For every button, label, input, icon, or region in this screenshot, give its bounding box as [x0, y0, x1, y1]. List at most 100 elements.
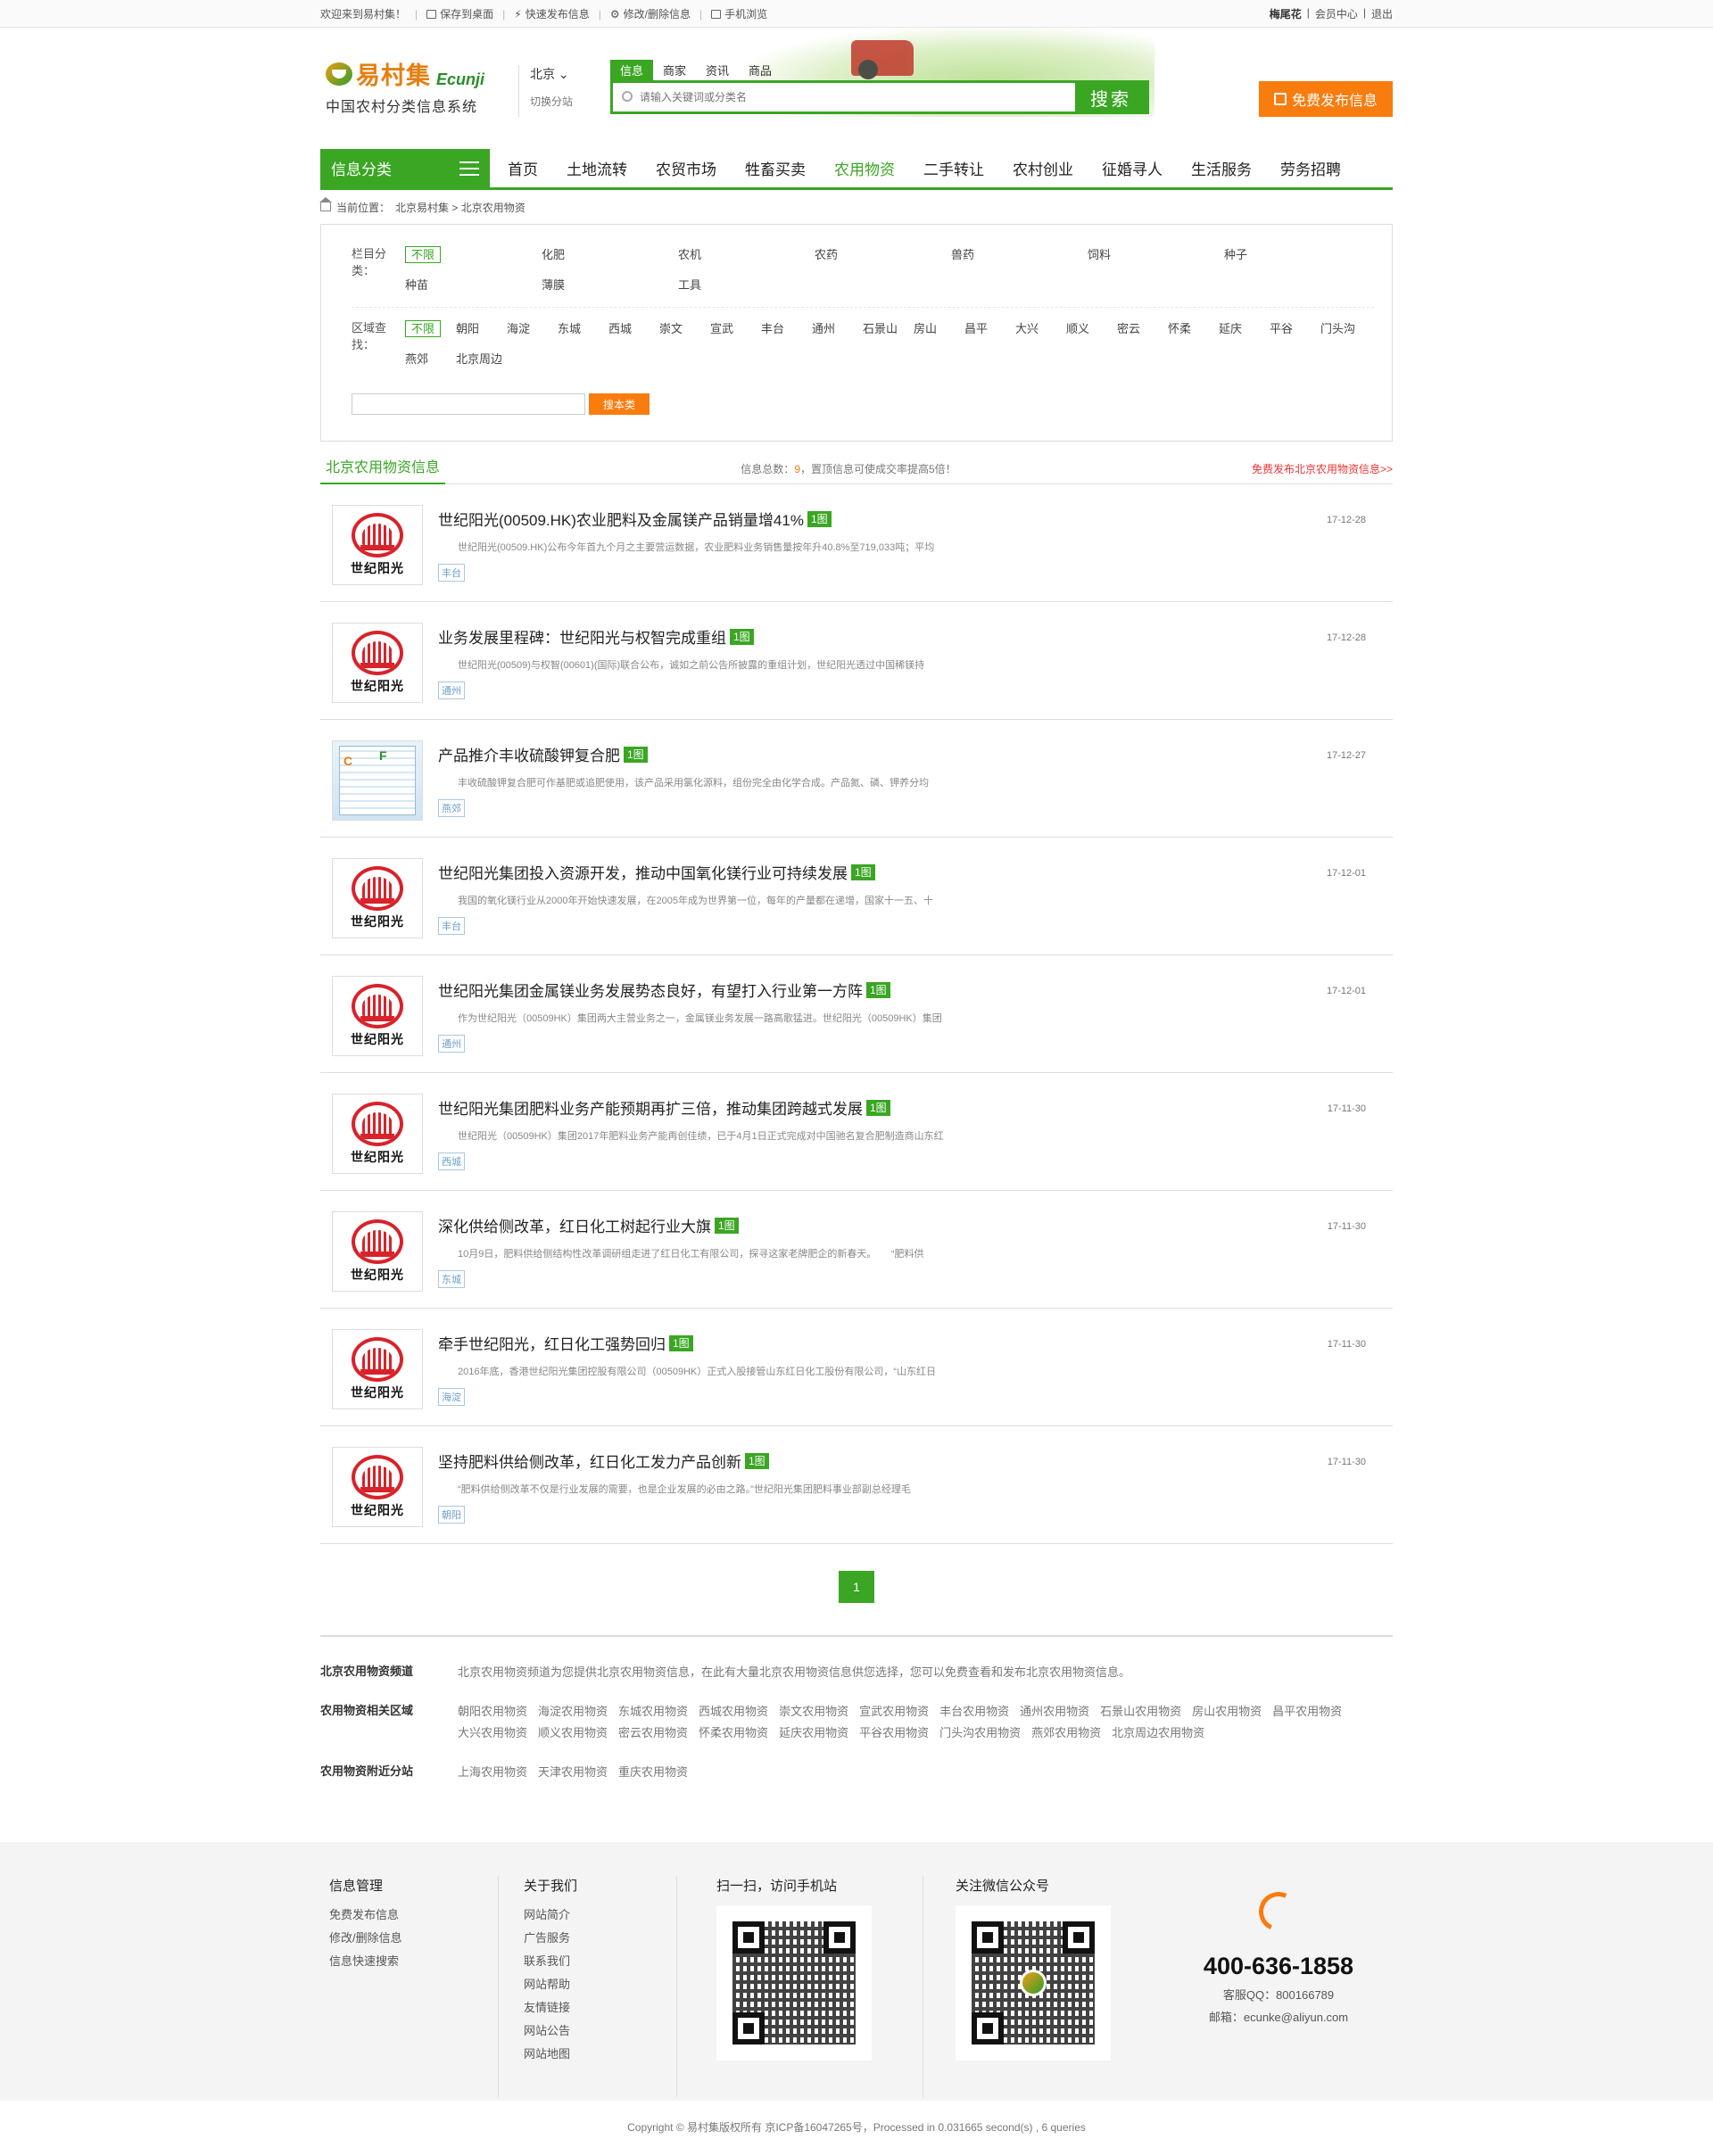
area-tag[interactable]: 通州	[438, 681, 465, 699]
list-item[interactable]: 世纪阳光 深化供给侧改革，红日化工树起行业大旗 1图 10月9日，肥料供给侧结构性改革…	[320, 1191, 1393, 1309]
footer-link[interactable]: 信息快速搜索	[329, 1950, 489, 1973]
nav-item[interactable]: 二手转让	[909, 149, 998, 187]
item-thumbnail[interactable]: 世纪阳光	[332, 1211, 423, 1292]
search-button[interactable]: 搜索	[1075, 83, 1146, 112]
publish-in-category-link[interactable]: 免费发布北京农用物资信息>>	[1252, 461, 1393, 476]
list-item[interactable]: 世纪阳光 牵手世纪阳光，红日化工强势回归 1图 2016年底，香港世纪阳光集团控股有限…	[320, 1309, 1393, 1426]
nav-item[interactable]: 生活服务	[1177, 149, 1266, 187]
nearby-station-link[interactable]: 重庆农用物资	[618, 1762, 688, 1783]
related-area-link[interactable]: 宣武农用物资	[859, 1701, 929, 1722]
related-area-link[interactable]: 崇文农用物资	[779, 1701, 848, 1722]
nav-item[interactable]: 征婚寻人	[1088, 149, 1177, 187]
related-area-link[interactable]: 朝阳农用物资	[458, 1701, 527, 1722]
related-area-link[interactable]: 丰台农用物资	[939, 1701, 1009, 1722]
username-link[interactable]: 梅尾花	[1270, 6, 1302, 21]
area-option[interactable]: 燕郊	[405, 349, 456, 379]
related-area-link[interactable]: 延庆农用物资	[779, 1722, 848, 1744]
category-option[interactable]: 化肥	[542, 244, 678, 275]
footer-link[interactable]: 网站帮助	[524, 1973, 667, 1996]
area-option[interactable]: 大兴	[1015, 318, 1066, 349]
category-menu-button[interactable]: 信息分类	[320, 149, 490, 187]
list-item[interactable]: 世纪阳光 业务发展里程碑：世纪阳光与权智完成重组 1图 世纪阳光(00509)与权智(…	[320, 602, 1393, 720]
footer-link[interactable]: 修改/删除信息	[329, 1927, 489, 1950]
category-option[interactable]: 兽药	[951, 244, 1088, 275]
category-search-button[interactable]: 搜本类	[589, 393, 650, 415]
mobile-browse-link[interactable]: 手机浏览	[724, 6, 767, 21]
footer-link[interactable]: 网站地图	[524, 2043, 667, 2066]
area-option[interactable]: 昌平	[964, 318, 1015, 349]
footer-link[interactable]: 联系我们	[524, 1950, 667, 1973]
nav-item[interactable]: 劳务招聘	[1266, 149, 1355, 187]
area-option[interactable]: 西城	[608, 318, 659, 349]
area-option[interactable]: 丰台	[761, 318, 812, 349]
related-area-link[interactable]: 顺义农用物资	[538, 1722, 608, 1744]
area-option[interactable]: 怀柔	[1168, 318, 1219, 349]
related-area-link[interactable]: 通州农用物资	[1020, 1701, 1089, 1722]
category-option[interactable]: 工具	[678, 275, 815, 305]
item-title-link[interactable]: 业务发展里程碑：世纪阳光与权智完成重组 1图	[438, 625, 754, 648]
category-option-all[interactable]: 不限	[405, 244, 542, 275]
list-item[interactable]: 世纪阳光 世纪阳光集团投入资源开发，推动中国氧化镁行业可持续发展 1图 我国的氧化镁行…	[320, 838, 1393, 955]
category-option[interactable]: 种苗	[405, 275, 542, 305]
list-item[interactable]: 世纪阳光 坚持肥料供给侧改革，红日化工发力产品创新 1图 “肥料供给侧改革不仅是行业发…	[320, 1426, 1393, 1544]
item-thumbnail[interactable]	[332, 740, 423, 821]
item-thumbnail[interactable]: 世纪阳光	[332, 1329, 423, 1409]
nav-item[interactable]: 农贸市场	[641, 149, 731, 187]
related-area-link[interactable]: 东城农用物资	[618, 1701, 688, 1722]
save-to-desktop-link[interactable]: 保存到桌面	[440, 6, 493, 21]
quick-publish-link[interactable]: 快速发布信息	[525, 6, 590, 21]
footer-link[interactable]: 免费发布信息	[329, 1904, 489, 1927]
item-thumbnail[interactable]: 世纪阳光	[332, 858, 423, 938]
member-center-link[interactable]: 会员中心	[1315, 6, 1358, 21]
related-area-link[interactable]: 大兴农用物资	[458, 1722, 527, 1744]
item-thumbnail[interactable]: 世纪阳光	[332, 623, 423, 703]
related-area-link[interactable]: 门头沟农用物资	[939, 1722, 1021, 1744]
city-switcher[interactable]: 北京 ⌄ 切换分站	[518, 65, 573, 117]
category-option[interactable]: 薄膜	[542, 275, 678, 305]
item-thumbnail[interactable]: 世纪阳光	[332, 1094, 423, 1174]
search-input[interactable]	[613, 83, 1075, 112]
related-area-link[interactable]: 昌平农用物资	[1272, 1701, 1342, 1722]
area-option[interactable]: 平谷	[1270, 318, 1320, 349]
related-area-link[interactable]: 怀柔农用物资	[699, 1722, 768, 1744]
page-1-button[interactable]: 1	[839, 1571, 874, 1603]
nearby-station-link[interactable]: 上海农用物资	[458, 1762, 527, 1783]
area-option[interactable]: 崇文	[659, 318, 710, 349]
area-option[interactable]: 宣武	[710, 318, 761, 349]
list-item[interactable]: 产品推介丰收硫酸钾复合肥1图丰收硫酸钾复合肥可作基肥或追肥使用，该产品采用氯化源…	[320, 720, 1393, 838]
list-item[interactable]: 世纪阳光 世纪阳光集团金属镁业务发展势态良好，有望打入行业第一方阵 1图 作为世纪阳光…	[320, 955, 1393, 1073]
area-option[interactable]: 通州	[812, 318, 863, 349]
nav-item[interactable]: 首页	[493, 149, 552, 187]
area-option[interactable]: 房山	[914, 318, 964, 349]
nearby-station-link[interactable]: 天津农用物资	[538, 1762, 608, 1783]
item-title-link[interactable]: 坚持肥料供给侧改革，红日化工发力产品创新 1图	[438, 1450, 769, 1472]
item-title-link[interactable]: 深化供给侧改革，红日化工树起行业大旗 1图	[438, 1214, 739, 1236]
logout-link[interactable]: 退出	[1371, 6, 1393, 21]
area-option[interactable]: 门头沟	[1320, 318, 1371, 349]
footer-link[interactable]: 友情链接	[524, 1996, 667, 2020]
area-tag[interactable]: 通州	[438, 1035, 465, 1053]
nav-item[interactable]: 农村创业	[998, 149, 1088, 187]
area-tag[interactable]: 海淀	[438, 1388, 465, 1406]
area-option[interactable]: 朝阳	[456, 318, 507, 349]
item-thumbnail[interactable]: 世纪阳光	[332, 1447, 423, 1527]
related-area-link[interactable]: 海淀农用物资	[538, 1701, 608, 1722]
footer-link[interactable]: 网站简介	[524, 1904, 667, 1927]
area-option[interactable]: 密云	[1117, 318, 1168, 349]
list-item[interactable]: 世纪阳光 世纪阳光(00509.HK)农业肥料及金属镁产品销量增41% 1图 世纪阳光…	[320, 484, 1393, 602]
search-tab-news[interactable]: 资讯	[696, 60, 739, 80]
item-title-link[interactable]: 世纪阳光集团肥料业务产能预期再扩三倍，推动集团跨越式发展 1图	[438, 1096, 890, 1119]
area-option[interactable]: 石景山	[863, 318, 914, 349]
edit-delete-link[interactable]: 修改/删除信息	[624, 6, 691, 21]
switch-city-link[interactable]: 切换分站	[530, 94, 573, 109]
area-option[interactable]: 顺义	[1066, 318, 1117, 349]
breadcrumb-path[interactable]: 北京易村集 > 北京农用物资	[395, 200, 525, 215]
list-item[interactable]: 世纪阳光 世纪阳光集团肥料业务产能预期再扩三倍，推动集团跨越式发展 1图 世纪阳光（0…	[320, 1073, 1393, 1191]
search-tab-merchant[interactable]: 商家	[653, 60, 696, 80]
category-option[interactable]: 种子	[1224, 244, 1361, 275]
area-option[interactable]: 延庆	[1219, 318, 1270, 349]
related-area-link[interactable]: 燕郊农用物资	[1031, 1722, 1101, 1744]
related-area-link[interactable]: 平谷农用物资	[859, 1722, 929, 1744]
free-publish-button[interactable]: 免费发布信息	[1259, 81, 1393, 117]
area-tag[interactable]: 东城	[438, 1270, 465, 1288]
